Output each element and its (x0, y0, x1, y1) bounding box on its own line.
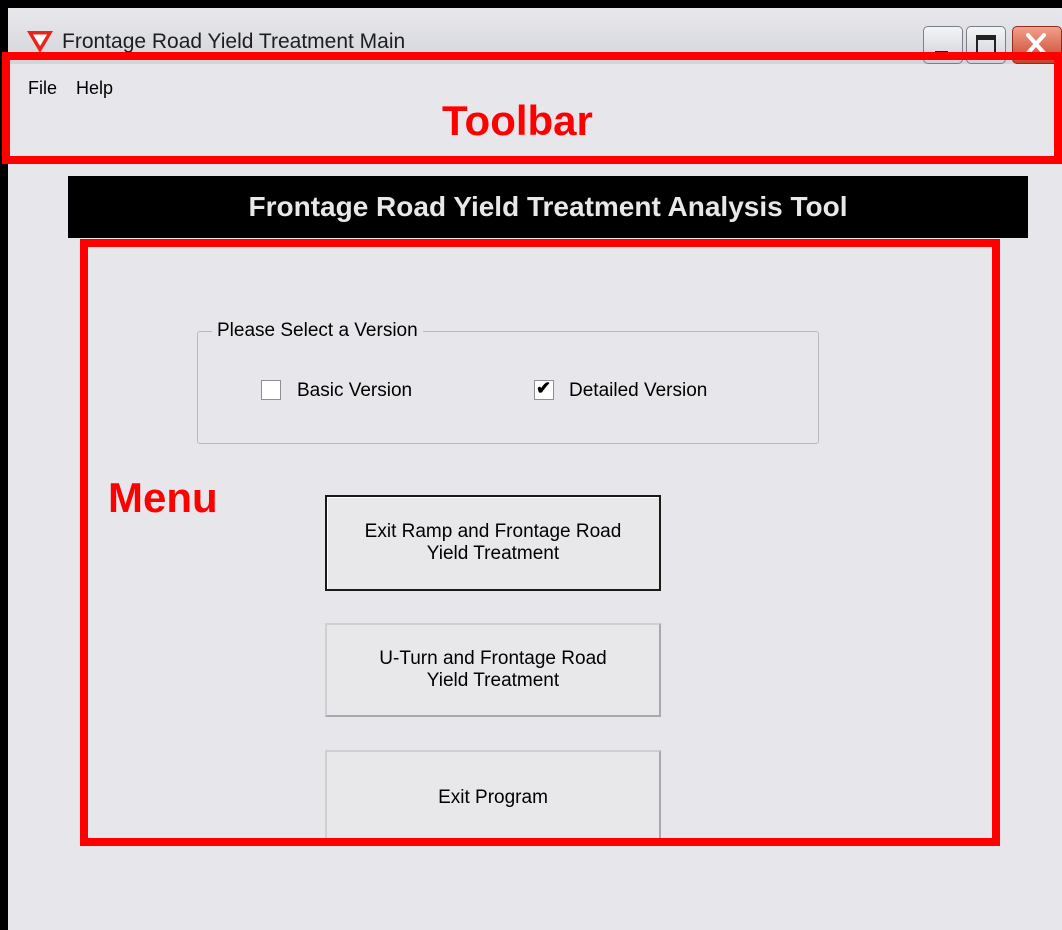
window-title: Frontage Road Yield Treatment Main (62, 30, 406, 53)
menu-annotation-label: Menu (108, 474, 218, 521)
yield-sign-icon (27, 31, 53, 53)
toolbar-annotation-label: Toolbar (442, 97, 593, 144)
app-banner: Frontage Road Yield Treatment Analysis T… (68, 176, 1028, 238)
menu-annotation-box (80, 239, 1000, 846)
